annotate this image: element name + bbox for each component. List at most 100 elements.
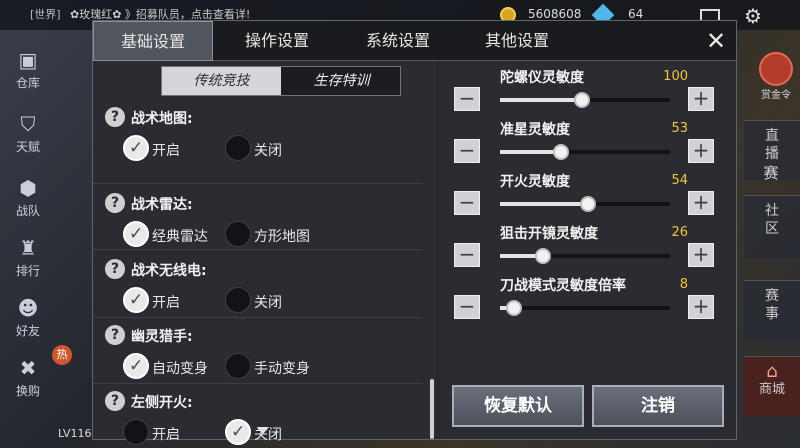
tab-basic-settings[interactable]: 基础设置	[93, 21, 213, 61]
slider-track[interactable]	[500, 196, 670, 212]
hot-badge: 热	[52, 345, 72, 365]
community-button[interactable]: 社区	[744, 195, 800, 259]
option-label: 开启	[152, 143, 180, 159]
option-label: 自动变身	[152, 361, 208, 377]
option-label: 关闭	[254, 295, 282, 311]
slider-crosshair: 准星灵敏度 53 − +	[440, 113, 736, 165]
slider-track[interactable]	[500, 144, 670, 160]
slider-track[interactable]	[500, 248, 670, 264]
match-label: 赛	[763, 164, 779, 182]
nav-team[interactable]: ⬢ 战队	[0, 176, 56, 219]
reward-token-label: 赏金令	[761, 90, 791, 101]
slider-thumb[interactable]	[506, 300, 522, 316]
target-icon	[759, 52, 793, 86]
reset-default-button[interactable]: 恢复默认	[452, 385, 584, 427]
tab-system-settings[interactable]: 系统设置	[338, 21, 458, 61]
divider	[93, 383, 423, 384]
slider-thumb[interactable]	[553, 144, 569, 160]
slider-track[interactable]	[500, 300, 670, 316]
tab-control-settings[interactable]: 操作设置	[217, 21, 337, 61]
slider-title: 准星灵敏度	[500, 122, 570, 138]
settings-dialog: 基础设置 操作设置 系统设置 其他设置 ✕ 传统竞技 生存特训 ? 战术地图: …	[92, 20, 737, 445]
plus-button[interactable]: +	[688, 295, 714, 319]
team-icon: ⬢	[19, 176, 37, 200]
gear-icon[interactable]: ⚙	[744, 4, 762, 28]
plus-button[interactable]: +	[688, 191, 714, 215]
slider-thumb[interactable]	[535, 248, 551, 264]
warehouse-icon: ▣	[18, 48, 38, 72]
mode-subtabs: 传统竞技 生存特训	[161, 66, 401, 96]
help-icon[interactable]: ?	[105, 259, 125, 279]
settings-tabbar: 基础设置 操作设置 系统设置 其他设置 ✕	[93, 21, 736, 61]
nav-label: 仓库	[15, 76, 40, 90]
radio-button[interactable]	[225, 419, 251, 445]
option-label: 关闭	[254, 143, 282, 159]
minus-button[interactable]: −	[454, 87, 480, 111]
divider	[93, 317, 423, 318]
talent-icon: ⛉	[20, 112, 36, 136]
slider-knife-mode: 刀战模式灵敏度倍率 8 − +	[440, 269, 736, 321]
radio-button[interactable]	[225, 135, 251, 161]
nav-friends[interactable]: ☻ 好友	[0, 296, 56, 339]
minus-button[interactable]: −	[454, 243, 480, 267]
minus-button[interactable]: −	[454, 139, 480, 163]
radio-button[interactable]	[123, 287, 149, 313]
setting-title: 左侧开火:	[131, 395, 193, 411]
coin-balance: 5608608	[528, 7, 582, 21]
plus-button[interactable]: +	[688, 243, 714, 267]
radio-button[interactable]	[225, 287, 251, 313]
nav-label: 天赋	[15, 140, 40, 154]
slider-fill	[500, 150, 561, 154]
nav-exchange[interactable]: ✖ 换购	[0, 356, 56, 399]
radio-button[interactable]	[123, 221, 149, 247]
logout-button[interactable]: 注销	[592, 385, 724, 427]
help-icon[interactable]: ?	[105, 107, 125, 127]
tab-other-settings[interactable]: 其他设置	[457, 21, 577, 61]
toggle-settings-column: 传统竞技 生存特训 ? 战术地图: 开启 关闭 ? 战术雷达:	[93, 61, 436, 445]
reward-token-button[interactable]: 赏金令	[752, 52, 800, 101]
option-label: 方形地图	[254, 229, 310, 245]
radio-button[interactable]	[123, 135, 149, 161]
minus-button[interactable]: −	[454, 191, 480, 215]
shop-button[interactable]: ⌂ 商城	[744, 356, 800, 416]
help-icon[interactable]: ?	[105, 325, 125, 345]
radio-button[interactable]	[225, 353, 251, 379]
community-label: 社区	[765, 203, 779, 237]
slider-thumb[interactable]	[574, 92, 590, 108]
slider-value: 53	[671, 121, 688, 136]
radio-button[interactable]	[123, 419, 149, 445]
chevron-down-icon	[257, 427, 269, 434]
radio-button[interactable]	[123, 353, 149, 379]
minus-button[interactable]: −	[454, 295, 480, 319]
slider-title: 开火灵敏度	[500, 174, 570, 190]
option-label: 开启	[152, 295, 180, 311]
tools-icon: ✖	[19, 356, 37, 380]
slider-sniper-scope: 狙击开镜灵敏度 26 − +	[440, 217, 736, 269]
help-icon[interactable]: ?	[105, 391, 125, 411]
divider	[93, 183, 423, 184]
subtab-classic[interactable]: 传统竞技	[162, 67, 281, 95]
nav-ranking[interactable]: ♜ 排行	[0, 236, 56, 279]
match-banner[interactable]: 赛	[742, 162, 800, 183]
slider-thumb[interactable]	[580, 196, 596, 212]
slider-title: 狙击开镜灵敏度	[500, 226, 598, 242]
plus-button[interactable]: +	[688, 87, 714, 111]
close-icon[interactable]: ✕	[700, 25, 732, 57]
scrollbar[interactable]	[430, 379, 434, 439]
setting-title: 战术无线电:	[131, 263, 207, 279]
slider-title: 刀战模式灵敏度倍率	[500, 278, 626, 294]
option-label: 开启	[152, 427, 180, 443]
help-icon[interactable]: ?	[105, 193, 125, 213]
trophy-icon: ♜	[19, 236, 37, 260]
plus-button[interactable]: +	[688, 139, 714, 163]
nav-warehouse[interactable]: ▣ 仓库	[0, 48, 56, 91]
chat-channel-tag[interactable]: [世界]	[30, 6, 61, 22]
slider-fire: 开火灵敏度 54 − +	[440, 165, 736, 217]
subtab-survival[interactable]: 生存特训	[282, 67, 401, 95]
events-button[interactable]: 赛事	[744, 280, 800, 340]
slider-track[interactable]	[500, 92, 670, 108]
shop-icon: ⌂	[766, 361, 778, 382]
live-label: 直播	[765, 128, 779, 162]
nav-talent[interactable]: ⛉ 天赋	[0, 112, 56, 155]
radio-button[interactable]	[225, 221, 251, 247]
